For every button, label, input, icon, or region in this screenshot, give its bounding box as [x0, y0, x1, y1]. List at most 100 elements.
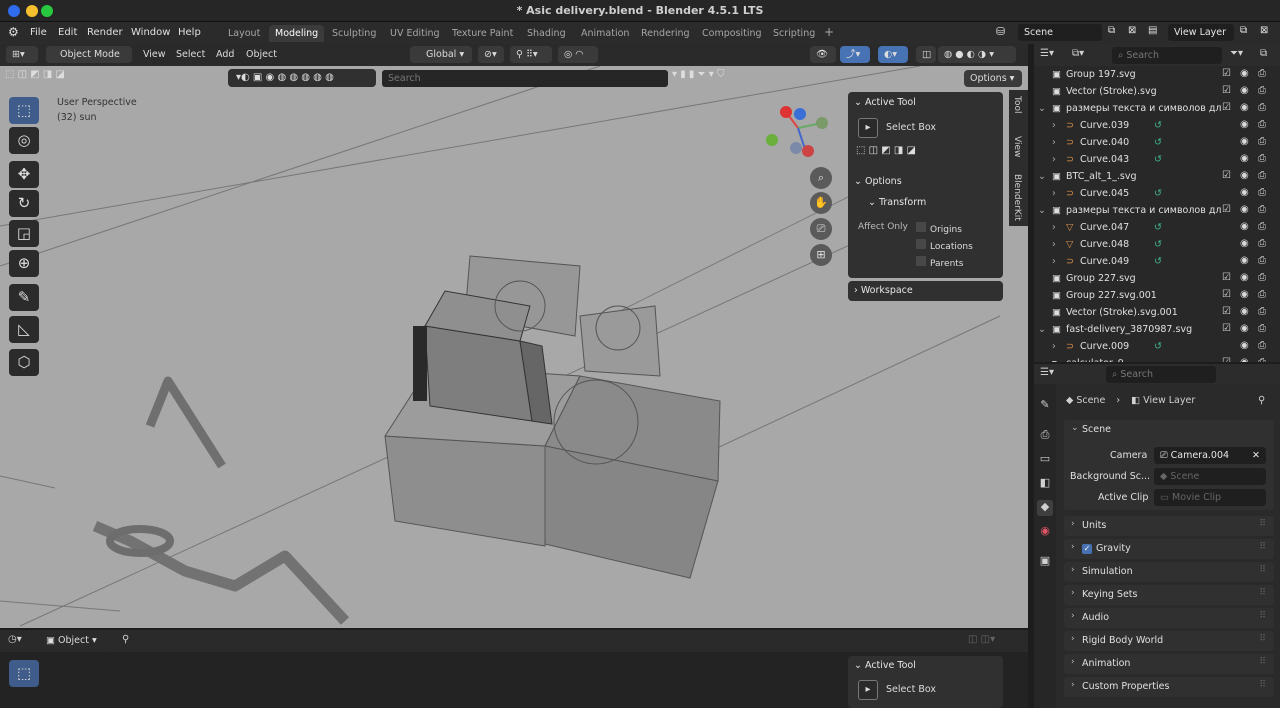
render-camera-icon[interactable]: ⎙ [1258, 340, 1266, 351]
render-camera-icon[interactable]: ⎙ [1258, 170, 1266, 181]
object-mode-dropdown[interactable]: Object Mode ▾ [46, 46, 132, 77]
pivot-point-icon[interactable]: ⊘▾ [478, 46, 504, 63]
menu-window[interactable]: Window [131, 27, 170, 38]
outliner-filter-icon[interactable]: ⏷▾ [1230, 48, 1243, 59]
pan-view-icon[interactable]: ✋ [810, 192, 832, 214]
tab-texture-paint[interactable]: Texture Paint [446, 25, 519, 42]
chevron-down-icon[interactable]: ⌄ [1071, 423, 1079, 433]
visibility-eye-icon[interactable]: ◉ [1240, 323, 1249, 334]
world-properties-tab-icon[interactable]: ◉ [1037, 524, 1053, 540]
tab-animation[interactable]: Animation [575, 25, 635, 42]
rigid-body-world-section[interactable]: › Rigid Body World ⠿ [1064, 631, 1274, 651]
annotate-tool-icon[interactable]: ✎ [9, 284, 39, 311]
background-scene-field[interactable]: ◆ Scene [1154, 468, 1266, 485]
properties-search-input[interactable]: ⌕ Search [1106, 366, 1216, 383]
timeline-select-box-icon[interactable]: ▸ [858, 680, 878, 700]
outliner-row[interactable]: ▣ Vector (Stroke).svg ☑ ◉ ⎙ [1034, 83, 1280, 100]
visibility-eye-icon[interactable]: ◉ [1240, 340, 1249, 351]
viewport-menu-select[interactable]: Select [176, 49, 205, 60]
exclude-checkbox-icon[interactable]: ☑ [1222, 323, 1231, 334]
outliner-row[interactable]: ▣ Group 227.svg.001 ☑ ◉ ⎙ [1034, 287, 1280, 304]
new-scene-icon[interactable]: ⧉ [1108, 25, 1115, 36]
render-camera-icon[interactable]: ⎙ [1258, 238, 1266, 249]
exclude-checkbox-icon[interactable]: ☑ [1222, 102, 1231, 113]
3d-viewport[interactable]: User Perspective (32) sun ⬚ ◎ ✥ ↻ ◲ ⊕ ✎ … [0, 66, 1028, 628]
origins-checkbox[interactable]: Origins [916, 222, 962, 235]
options-dropdown[interactable]: Options ▾ [964, 70, 1022, 87]
shading-mode-icons[interactable]: ◍ ● ◐ ◑ ▾ [938, 46, 1016, 63]
timeline-editor-type-icon[interactable]: ◷▾ [8, 634, 22, 645]
collection-properties-tab-icon[interactable]: ▣ [1037, 554, 1053, 570]
outliner-row[interactable]: ⌄ ▣ BTC_alt_1_.svg ☑ ◉ ⎙ [1034, 168, 1280, 185]
transform-header[interactable]: ⌄ Transform [868, 197, 926, 208]
tab-sculpting[interactable]: Sculpting [326, 25, 382, 42]
menu-render[interactable]: Render [87, 27, 123, 38]
workspace-panel[interactable]: › Workspace [848, 281, 1003, 301]
outliner-row[interactable]: ▾ calculator_0 ☑ ◉ ⎙ [1034, 355, 1280, 362]
scene-section-title[interactable]: Scene [1082, 424, 1111, 435]
timeline-view-icons[interactable]: ◫ ◫▾ [968, 634, 995, 645]
visibility-icon[interactable]: 👁▾ [810, 46, 836, 77]
transform-orientation-dropdown[interactable]: Global ▾ [410, 46, 472, 63]
render-camera-icon[interactable]: ⎙ [1258, 119, 1266, 130]
cursor-tool-icon[interactable]: ◎ [9, 127, 39, 154]
locations-checkbox[interactable]: Locations [916, 239, 973, 252]
snapping-icon[interactable]: ⚲ ⠿▾ [510, 46, 552, 63]
delete-view-layer-icon[interactable]: ⊠ [1260, 25, 1268, 36]
viewport-filter-icons[interactable]: ▾ ▮ ▮ ⏷ ▾ ⛉ [672, 69, 777, 87]
tab-uv-editing[interactable]: UV Editing [384, 25, 446, 42]
clear-camera-icon[interactable]: ✕ [1252, 447, 1260, 464]
options-header[interactable]: ⌄ Options [854, 176, 902, 187]
render-camera-icon[interactable]: ⎙ [1258, 289, 1266, 300]
scale-tool-icon[interactable]: ◲ [9, 220, 39, 247]
view-layer-selector[interactable]: View Layer [1168, 24, 1234, 41]
expand-arrow-icon[interactable]: ⌄ [1038, 205, 1046, 216]
menu-help[interactable]: Help [178, 27, 201, 38]
exclude-checkbox-icon[interactable]: ☑ [1222, 272, 1231, 283]
scene-properties-tab-icon[interactable]: ◆ [1037, 500, 1053, 516]
outliner-row[interactable]: ▣ Group 227.svg ☑ ◉ ⎙ [1034, 270, 1280, 287]
viewport-menu-object[interactable]: Object [246, 49, 277, 60]
animation-section[interactable]: › Animation ⠿ [1064, 654, 1274, 674]
render-camera-icon[interactable]: ⎙ [1258, 187, 1266, 198]
expand-arrow-icon[interactable]: ⌄ [1038, 324, 1046, 335]
scene-selector[interactable]: Scene [1018, 24, 1102, 41]
select-box-icon[interactable]: ▸ [858, 118, 878, 138]
gizmo-toggle-icon[interactable]: ⤴▾ [840, 46, 870, 63]
expand-arrow-icon[interactable]: › [1052, 222, 1056, 233]
menu-edit[interactable]: Edit [58, 27, 77, 38]
expand-arrow-icon[interactable]: › [1052, 154, 1056, 165]
outliner-row[interactable]: ▣ Group 197.svg ☑ ◉ ⎙ [1034, 66, 1280, 83]
exclude-checkbox-icon[interactable]: ☑ [1222, 85, 1231, 96]
exclude-checkbox-icon[interactable]: ☑ [1222, 306, 1231, 317]
gravity-checkbox[interactable]: ✓ [1082, 544, 1092, 554]
render-camera-icon[interactable]: ⎙ [1258, 153, 1266, 164]
timeline-pin-icon[interactable]: ⚲ [122, 634, 129, 645]
visibility-eye-icon[interactable]: ◉ [1240, 204, 1249, 215]
outliner-search-input[interactable]: ⌕ Search [1112, 47, 1222, 64]
display-mode-icon[interactable]: ⧉▾ [1072, 48, 1084, 59]
gravity-section[interactable]: › ✓ Gravity ⠿ [1064, 539, 1274, 559]
visibility-eye-icon[interactable]: ◉ [1240, 102, 1249, 113]
tab-rendering[interactable]: Rendering [635, 25, 696, 42]
visibility-eye-icon[interactable]: ◉ [1240, 68, 1249, 79]
render-camera-icon[interactable]: ⎙ [1258, 85, 1266, 96]
perspective-toggle-icon[interactable]: ⊞ [810, 244, 832, 266]
selection-mode-icons[interactable]: ⬚ ◫ ◩ ◨ ◪ [5, 69, 90, 86]
viewport-search-input[interactable]: Search [382, 70, 668, 87]
sidebar-tab-view[interactable]: View [1012, 136, 1022, 157]
menu-file[interactable]: File [30, 27, 47, 38]
exclude-checkbox-icon[interactable]: ☑ [1222, 204, 1231, 215]
delete-scene-icon[interactable]: ⊠ [1128, 25, 1136, 36]
view-layer-properties-tab-icon[interactable]: ◧ [1037, 476, 1053, 492]
visibility-eye-icon[interactable]: ◉ [1240, 238, 1249, 249]
tab-modeling[interactable]: Modeling [269, 25, 325, 42]
active-tool-header[interactable]: ⌄ Active Tool [854, 97, 916, 108]
exclude-checkbox-icon[interactable]: ☑ [1222, 357, 1231, 362]
render-properties-tab-icon[interactable]: ⎙ [1037, 428, 1053, 444]
custom-properties-section[interactable]: › Custom Properties ⠿ [1064, 677, 1274, 697]
outliner-row[interactable]: ▣ Vector (Stroke).svg.001 ☑ ◉ ⎙ [1034, 304, 1280, 321]
simulation-section[interactable]: › Simulation ⠿ [1064, 562, 1274, 582]
output-properties-tab-icon[interactable]: ▭ [1037, 452, 1053, 468]
outliner-row[interactable]: › ▽ Curve.048 ↺ ◉ ⎙ [1034, 236, 1280, 253]
